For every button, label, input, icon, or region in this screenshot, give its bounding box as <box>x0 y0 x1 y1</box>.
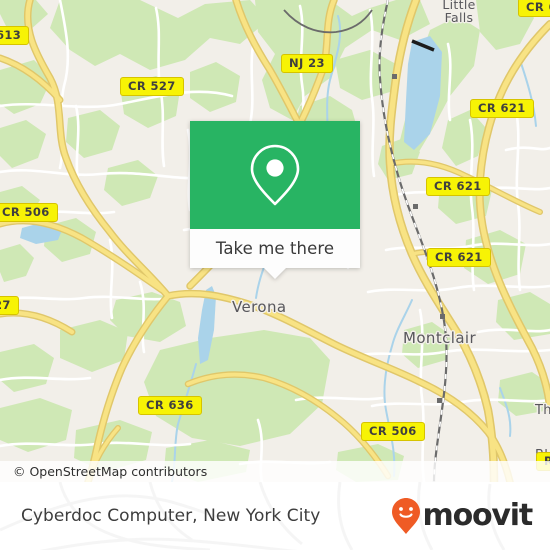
attribution-text: © OpenStreetMap contributors <box>13 464 208 479</box>
take-me-there-button[interactable]: Take me there <box>190 229 360 268</box>
road-shield-613: 613 <box>0 26 30 45</box>
moovit-wordmark: moovit <box>422 498 534 533</box>
take-me-there-label: Take me there <box>215 239 335 258</box>
location-callout[interactable]: Take me there <box>190 121 360 279</box>
road-shield-cr-6-corner: CR 6 <box>518 0 550 17</box>
road-shield-27: 27 <box>0 296 19 315</box>
road-shield-cr-636: CR 636 <box>138 396 202 415</box>
callout-tail <box>264 268 286 279</box>
page-title: Cyberdoc Computer, New York City <box>21 506 321 526</box>
map-attribution-bar: © OpenStreetMap contributors <box>0 461 550 482</box>
moovit-logo: moovit <box>391 497 534 535</box>
moovit-pin-icon <box>391 498 420 534</box>
road-shield-cr-621-south: CR 621 <box>427 248 491 267</box>
road-shield-cr-506-south: CR 506 <box>361 422 425 441</box>
road-shield-cr-527: CR 527 <box>120 77 184 96</box>
footer-bar: Cyberdoc Computer, New York City moovit <box>0 482 550 550</box>
map-pin-icon <box>250 144 300 206</box>
road-shield-nj-23: NJ 23 <box>281 54 333 73</box>
road-shield-cr-506-west: CR 506 <box>0 203 58 222</box>
map-canvas[interactable]: Little Falls Verona Montclair Th Bl 613 … <box>0 0 550 482</box>
callout-icon-panel <box>190 121 360 229</box>
road-shield-cr-621-mid: CR 621 <box>426 177 490 196</box>
road-shield-cr-621-north: CR 621 <box>470 99 534 118</box>
map-screen: Little Falls Verona Montclair Th Bl 613 … <box>0 0 550 550</box>
